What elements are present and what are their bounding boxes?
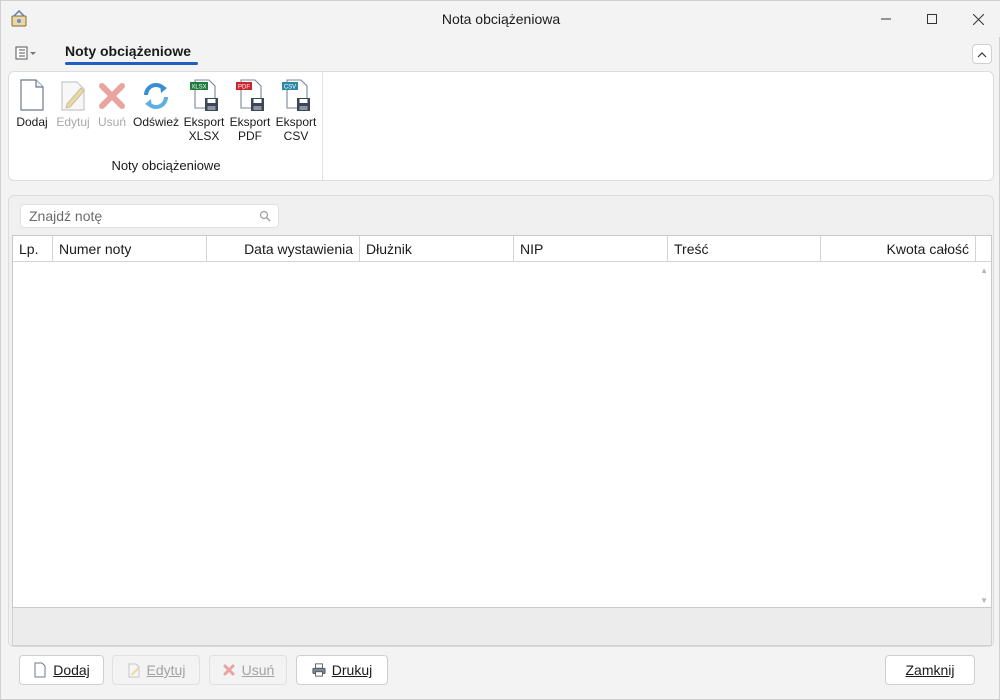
ribbon-refresh-label: Odśwież [133, 115, 180, 129]
pdf-badge: PDF [238, 85, 250, 91]
table-header: Lp. Numer noty Data wystawienia Dłużnik … [13, 236, 991, 262]
ribbon-export-pdf-label-1: Eksport [229, 115, 271, 129]
csv-badge: CSV [284, 85, 296, 91]
active-tab-indicator [65, 62, 198, 65]
column-header-tresc[interactable]: Treść [668, 236, 821, 262]
print-button[interactable]: Drukuj [296, 655, 388, 685]
printer-icon [312, 663, 326, 677]
app-icon [11, 10, 27, 27]
export-xlsx-icon: XLSX [190, 79, 218, 111]
close-button[interactable] [955, 1, 1000, 37]
ribbon-panel: Dodaj Edytuj Usuń Odśwież XLSX Eksport X… [8, 71, 994, 181]
ribbon-edit-label: Edytuj [56, 115, 90, 129]
notes-table[interactable]: Lp. Numer noty Data wystawienia Dłużnik … [12, 235, 992, 608]
ribbon-export-pdf-button[interactable]: PDF Eksport PDF [229, 78, 271, 143]
scroll-down-arrow[interactable]: ▼ [980, 596, 988, 605]
scroll-up-arrow[interactable]: ▲ [980, 266, 988, 275]
print-button-label: Drukuj [331, 662, 373, 678]
add-button[interactable]: Dodaj [19, 655, 104, 685]
ribbon-export-pdf-label-2: PDF [238, 129, 262, 143]
ribbon-delete-label: Usuń [97, 115, 126, 129]
ribbon-export-csv-label-2: CSV [283, 129, 309, 143]
main-content: Lp. Numer noty Data wystawienia Dłużnik … [8, 195, 994, 647]
column-header-numer-noty[interactable]: Numer noty [53, 236, 207, 262]
close-dialog-label: Zamknij [905, 662, 955, 678]
xlsx-badge: XLSX [191, 85, 206, 91]
ribbon-export-csv-label-1: Eksport [275, 115, 317, 129]
new-document-icon [34, 662, 46, 678]
collapse-ribbon-button[interactable] [972, 44, 992, 64]
column-header-data-wystawienia[interactable]: Data wystawienia [207, 236, 360, 262]
table-footer [12, 608, 992, 646]
ribbon-add-button[interactable]: Dodaj [15, 78, 49, 129]
ribbon-refresh-button[interactable]: Odśwież [133, 78, 179, 129]
tab-noty-obciazeniowe[interactable]: Noty obciążeniowe [65, 43, 191, 63]
search-input[interactable] [29, 208, 249, 224]
window-controls [863, 1, 1000, 37]
maximize-button[interactable] [909, 1, 955, 37]
search-box [20, 204, 279, 228]
ribbon-add-label: Dodaj [16, 115, 48, 129]
search-icon[interactable] [259, 210, 271, 222]
add-button-label: Dodaj [53, 662, 90, 678]
column-header-lp[interactable]: Lp. [13, 236, 53, 262]
ribbon-export-csv-button[interactable]: CSV Eksport CSV [275, 78, 317, 143]
edit-icon [128, 663, 140, 678]
ribbon-delete-button[interactable]: Usuń [95, 78, 129, 129]
export-pdf-icon: PDF [236, 79, 264, 111]
refresh-icon [144, 83, 168, 109]
new-document-icon [20, 79, 44, 111]
column-header-kwota-calosc[interactable]: Kwota całość [821, 236, 976, 262]
ribbon-group-noty: Dodaj Edytuj Usuń Odśwież XLSX Eksport X… [9, 72, 323, 180]
close-dialog-button[interactable]: Zamknij [885, 655, 975, 685]
column-header-dluznik[interactable]: Dłużnik [360, 236, 514, 262]
ribbon-export-xlsx-label-1: Eksport [183, 115, 225, 129]
delete-button-label: Usuń [241, 662, 275, 678]
ribbon-edit-button[interactable]: Edytuj [54, 78, 92, 129]
ribbon-export-xlsx-button[interactable]: XLSX Eksport XLSX [183, 78, 225, 143]
ribbon-group-label: Noty obciążeniowe [111, 158, 221, 173]
quick-access-menu[interactable] [15, 45, 39, 61]
title-bar: Nota obciążeniowa [1, 1, 1000, 37]
delete-icon [99, 83, 125, 109]
edit-document-icon [61, 81, 85, 111]
app-window: Nota obciążeniowa Noty obciążeniowe Doda… [0, 0, 1000, 700]
chevron-up-icon [977, 51, 987, 57]
window-title: Nota obciążeniowa [441, 11, 561, 27]
minimize-icon [881, 18, 891, 20]
list-menu-icon [15, 46, 36, 60]
edit-button-label: Edytuj [146, 662, 186, 678]
column-header-nip[interactable]: NIP [514, 236, 668, 262]
edit-button[interactable]: Edytuj [112, 655, 200, 685]
export-csv-icon: CSV [282, 79, 310, 111]
ribbon-export-xlsx-label-2: XLSX [188, 129, 220, 143]
minimize-button[interactable] [863, 1, 909, 37]
delete-icon [223, 664, 235, 676]
close-icon [972, 13, 984, 25]
maximize-icon [927, 14, 937, 24]
delete-button[interactable]: Usuń [209, 655, 287, 685]
